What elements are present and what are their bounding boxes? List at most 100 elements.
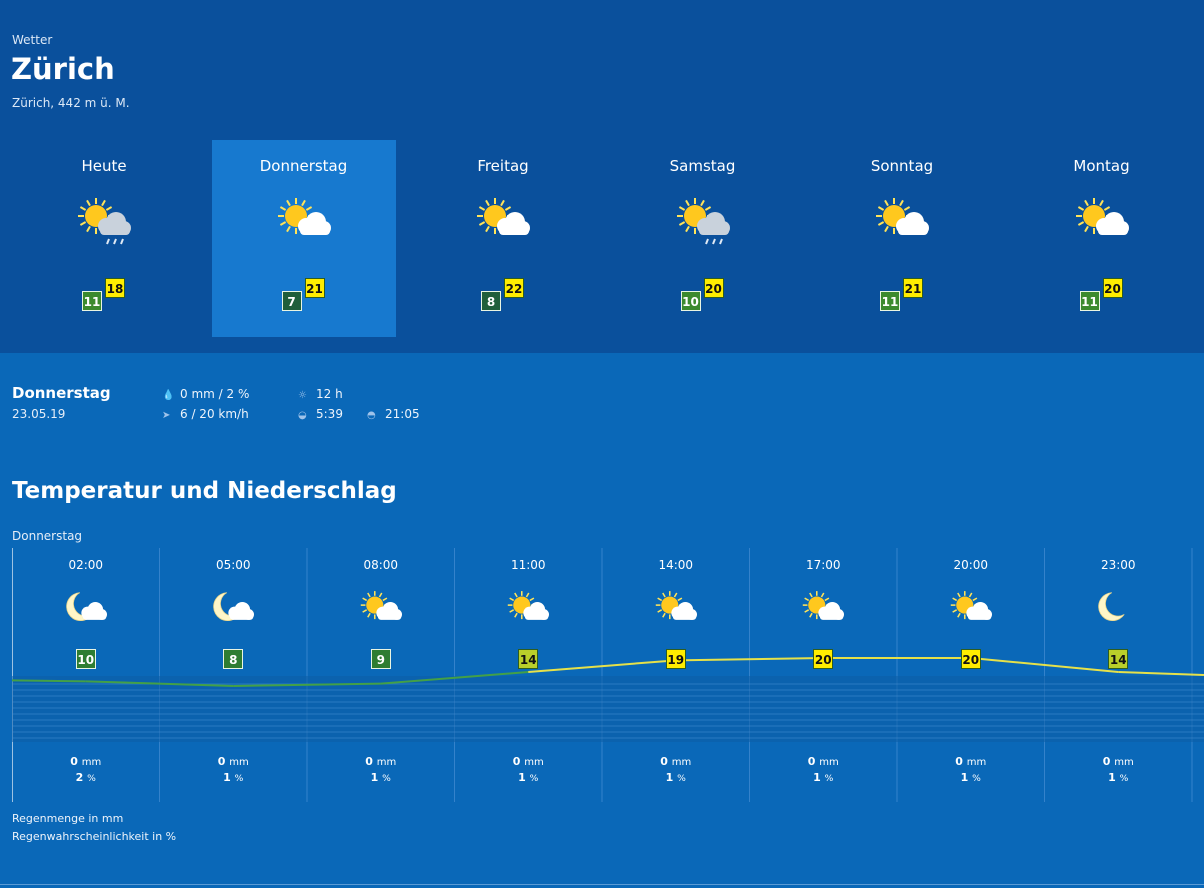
city-title: Zürich xyxy=(11,52,115,86)
legend-rain-amount: Regenmenge in mm xyxy=(12,812,124,825)
rain-probability: 1 % xyxy=(351,771,411,784)
rain-amount: 0 mm xyxy=(203,755,263,768)
rain-probability-unit: % xyxy=(382,773,391,784)
drop-icon: 💧 xyxy=(162,390,175,401)
rain-probability: 1 % xyxy=(1088,771,1148,784)
day-name: Montag xyxy=(1073,157,1130,175)
rain-probability: 1 % xyxy=(498,771,558,784)
hourly-chart: 02:00 10 0 mm 2 % 05:00 8 0 mm 1 % 08:00 9 0 mm 1 %… xyxy=(12,548,1204,802)
rain-amount-unit: mm xyxy=(671,757,692,768)
max-temp-badge: 18 xyxy=(105,278,125,298)
legend-rain-probability: Regenwahrscheinlichkeit in % xyxy=(12,830,177,843)
sun-cloud-icon xyxy=(503,588,553,630)
day-card-heute[interactable]: Heute 11 18 xyxy=(12,140,196,337)
rain-amount-unit: mm xyxy=(819,757,839,768)
day-name: Freitag xyxy=(477,157,529,175)
min-temp-badge: 10 xyxy=(680,291,701,311)
wind-icon: ➤ xyxy=(162,410,171,421)
sunset-icon: ◓ xyxy=(367,410,376,421)
day-name: Donnerstag xyxy=(259,157,348,175)
rain-probability-unit: % xyxy=(677,773,686,784)
max-temp-badge: 21 xyxy=(903,278,923,298)
rain-amount-unit: mm xyxy=(376,757,397,768)
detail-date: 23.05.19 xyxy=(12,407,66,421)
rain-amount-value: 0 xyxy=(955,755,963,768)
detail-sunrise: ◒ 5:39 xyxy=(298,407,343,421)
day-name: Samstag xyxy=(669,157,736,175)
rain-amount-value: 0 xyxy=(512,755,521,768)
sun-cloud-icon xyxy=(473,194,533,248)
sun-cloud-icon xyxy=(356,588,406,630)
rain-probability: 1 % xyxy=(941,771,1001,784)
day-card-sonntag[interactable]: Sonntag 11 21 xyxy=(810,140,994,337)
rain-amount-value: 0 xyxy=(365,755,373,768)
detail-day-name: Donnerstag xyxy=(12,384,111,402)
rain-amount-unit: mm xyxy=(524,757,544,768)
temperature-line-segment xyxy=(12,679,86,683)
divider xyxy=(0,884,1204,885)
detail-wind: ➤ 6 / 20 km/h xyxy=(162,407,249,421)
rain-amount: 0 mm xyxy=(646,755,706,768)
rain-probability-value: 1 xyxy=(370,771,379,784)
rain-probability-unit: % xyxy=(972,773,981,784)
rain-amount-value: 0 xyxy=(1102,755,1111,768)
min-temp-badge: 7 xyxy=(281,291,302,311)
sun-cloud-icon xyxy=(872,194,932,248)
day-card-montag[interactable]: Montag 11 20 xyxy=(1010,140,1194,337)
moon-icon xyxy=(1093,588,1143,630)
rain-probability-unit: % xyxy=(234,773,244,784)
day-card-samstag[interactable]: Samstag 10 20 xyxy=(611,140,795,337)
rain-probability-value: 1 xyxy=(665,771,674,784)
min-temp-badge: 11 xyxy=(880,291,900,311)
rain-probability-unit: % xyxy=(87,773,96,784)
day-name: Heute xyxy=(81,157,127,175)
temperature-point: 14 xyxy=(518,649,539,669)
rain-probability: 1 % xyxy=(793,771,853,784)
chart-day-label: Donnerstag xyxy=(12,529,83,543)
hour-label: 05:00 xyxy=(215,558,251,572)
rain-probability-unit: % xyxy=(529,773,539,784)
hour-label: 17:00 xyxy=(805,558,841,572)
sun-cloud-icon xyxy=(798,588,848,630)
rain-amount: 0 mm xyxy=(498,755,558,768)
sun-cloud-icon xyxy=(274,194,334,248)
temperature-line-chart xyxy=(12,548,1204,802)
temperature-point: 14 xyxy=(1108,649,1129,669)
section-label: Wetter xyxy=(12,33,53,47)
sun-cloud-icon xyxy=(1072,194,1132,248)
rain-probability-value: 1 xyxy=(960,771,969,784)
detail-sunset: ◓ 21:05 xyxy=(367,407,420,421)
rain-amount-unit: mm xyxy=(81,757,102,768)
rain-probability-unit: % xyxy=(824,773,834,784)
rain-amount-unit: mm xyxy=(1114,757,1134,768)
rain-amount: 0 mm xyxy=(941,755,1001,768)
day-card-donnerstag[interactable]: Donnerstag 7 21 xyxy=(211,140,396,337)
rain-amount-value: 0 xyxy=(70,755,78,768)
rain-amount-value: 0 xyxy=(807,755,816,768)
max-temp-badge: 22 xyxy=(504,278,524,298)
rain-probability-value: 2 xyxy=(75,771,84,784)
max-temp-badge: 21 xyxy=(304,278,325,298)
temperature-point: 20 xyxy=(813,649,834,669)
rain-amount-unit: mm xyxy=(966,757,987,768)
detail-precip: 💧 0 mm / 2 % xyxy=(162,387,250,401)
day-card-freitag[interactable]: Freitag 8 22 xyxy=(411,140,595,337)
moon-cloud-icon xyxy=(208,588,258,630)
rain-probability-value: 1 xyxy=(223,771,231,784)
altitude-label: Zürich, 442 m ü. M. xyxy=(12,96,130,110)
rain-probability: 1 % xyxy=(646,771,706,784)
moon-cloud-icon xyxy=(61,588,111,630)
max-temp-badge: 20 xyxy=(703,278,724,298)
rain-probability-value: 1 xyxy=(518,771,526,784)
rain-probability-value: 1 xyxy=(813,771,821,784)
min-temp-badge: 11 xyxy=(82,291,102,311)
day-name: Sonntag xyxy=(870,157,934,175)
hour-label: 23:00 xyxy=(1100,558,1136,572)
temperature-point: 20 xyxy=(960,649,981,669)
temperature-point: 8 xyxy=(223,649,244,669)
sun-cloud-icon xyxy=(651,588,701,630)
rain-amount: 0 mm xyxy=(351,755,411,768)
rain-probability-unit: % xyxy=(1119,773,1129,784)
sun-cloud-icon xyxy=(946,588,996,630)
rain-amount-value: 0 xyxy=(660,755,668,768)
